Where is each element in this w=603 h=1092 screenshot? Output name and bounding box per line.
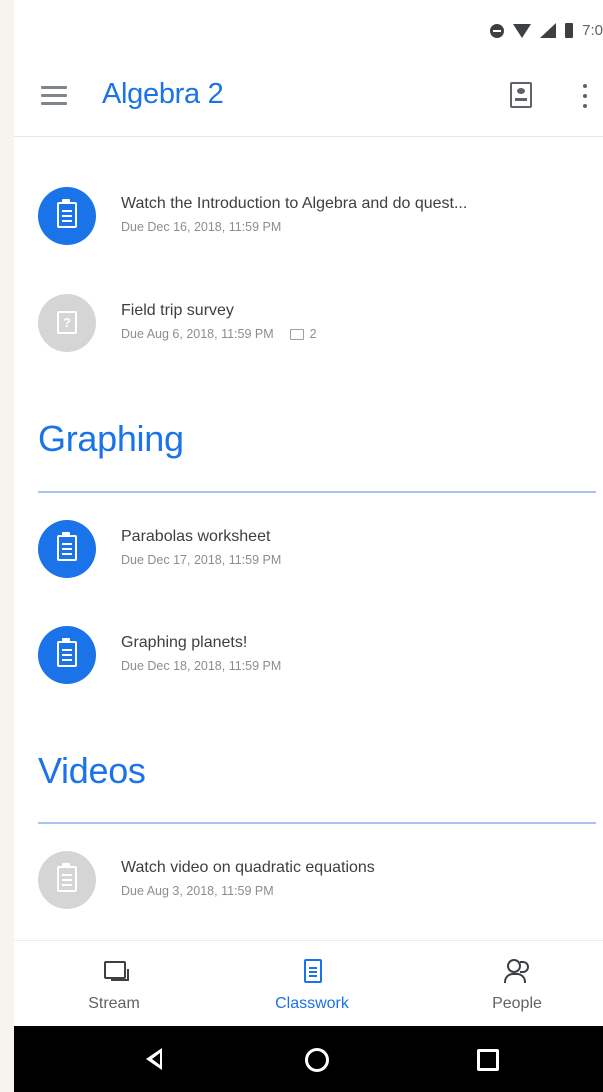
bottom-navigation: Stream Classwork People [14,940,603,1027]
more-options-icon[interactable] [582,84,588,108]
assignment-title: Watch video on quadratic equations [121,859,375,876]
classwork-icon [304,959,322,983]
assignment-item[interactable]: Graphing planets! Due Dec 18, 2018, 11:5… [38,626,603,690]
class-title: Algebra 2 [102,78,224,110]
status-icons: 7:0 [490,22,603,39]
do-not-disturb-icon [490,23,505,38]
question-title: Field trip survey [121,302,234,319]
assignment-due: Due Dec 17, 2018, 11:59 PM [121,553,282,567]
tab-label: People [492,995,542,1012]
assignment-icon [38,187,96,245]
back-icon[interactable] [146,1048,162,1070]
menu-icon[interactable] [41,86,67,106]
assignment-due: Due Dec 16, 2018, 11:59 PM [121,220,282,234]
tab-classwork[interactable]: Classwork [237,955,387,1017]
tab-stream[interactable]: Stream [39,955,189,1017]
screenshot-edge [0,0,14,1092]
people-icon [504,959,530,983]
assignment-due: Due Aug 3, 2018, 11:59 PM [121,884,274,898]
recents-icon[interactable] [477,1049,499,1071]
stream-icon [104,961,129,981]
question-item[interactable]: ? Field trip survey Due Aug 6, 2018, 11:… [38,294,603,358]
assignment-item[interactable]: Watch video on quadratic equations Due A… [38,851,603,915]
assignment-icon [38,520,96,578]
topic-divider [38,822,596,824]
phone-screen: 7:0 Algebra 2 Watch the Introduction to … [14,0,603,1092]
topic-title-videos[interactable]: Videos [38,750,146,792]
assignment-title: Parabolas worksheet [121,528,271,545]
app-bar: Algebra 2 [14,62,603,137]
wifi-icon [513,23,532,38]
assignment-item[interactable]: Watch the Introduction to Algebra and do… [38,187,603,251]
assignment-title: Watch the Introduction to Algebra and do… [121,195,468,212]
status-time: 7:0 [582,22,603,39]
topic-divider [38,491,596,493]
battery-icon [565,23,574,38]
tab-label: Stream [88,995,140,1012]
tab-people[interactable]: People [442,955,592,1017]
topic-title-graphing[interactable]: Graphing [38,418,184,460]
assignment-icon [38,851,96,909]
system-navigation-bar [14,1026,603,1092]
assignment-title: Graphing planets! [121,634,248,651]
tab-label: Classwork [275,995,349,1012]
assignment-due: Due Dec 18, 2018, 11:59 PM [121,659,282,673]
home-icon[interactable] [305,1048,329,1072]
calendar-icon[interactable] [510,82,532,108]
comment-count: 2 [309,327,317,341]
question-icon: ? [38,294,96,352]
comment-icon [289,328,304,340]
assignment-icon [38,626,96,684]
assignment-item[interactable]: Parabolas worksheet Due Dec 17, 2018, 11… [38,520,603,584]
status-bar: 7:0 [14,0,603,62]
cell-signal-icon [540,23,557,38]
question-due: Due Aug 6, 2018, 11:59 PM 2 [121,327,317,341]
